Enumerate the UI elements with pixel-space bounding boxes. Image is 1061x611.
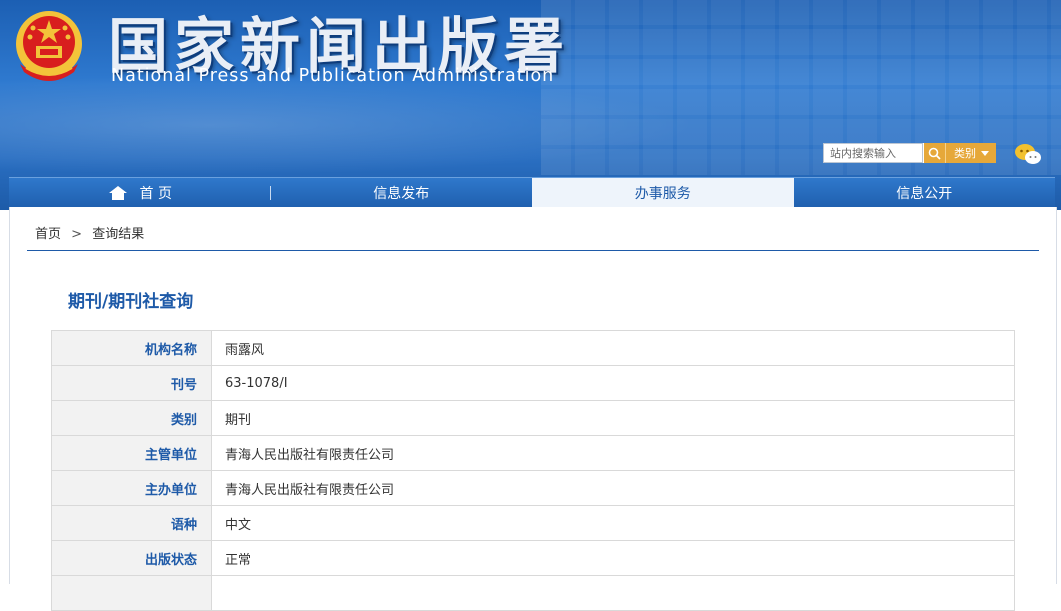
field-value: 63-1078/I	[211, 365, 1015, 401]
national-emblem-icon	[16, 11, 82, 81]
field-label: 语种	[51, 505, 212, 541]
breadcrumb-home-link[interactable]: 首页	[35, 227, 61, 242]
breadcrumb: 首页 > 查询结果	[35, 223, 144, 242]
field-value: 青海人民出版社有限责任公司	[211, 435, 1015, 471]
field-value: 正常	[211, 540, 1015, 576]
field-label: 类别	[51, 400, 212, 436]
breadcrumb-separator: >	[71, 227, 83, 242]
nav-item-home[interactable]: 首 页	[9, 178, 271, 208]
nav-item-label: 信息公开	[896, 186, 953, 202]
field-value: 青海人民出版社有限责任公司	[211, 470, 1015, 506]
field-label: 出版状态	[51, 540, 212, 576]
wechat-icon[interactable]	[1014, 142, 1042, 166]
breadcrumb-divider	[27, 250, 1039, 251]
field-value: 雨露风	[211, 330, 1015, 366]
nav-item-label: 首 页	[139, 186, 172, 202]
page-title: 期刊/期刊社查询	[68, 292, 194, 312]
search-button[interactable]	[923, 143, 945, 163]
table-row: 刊号 63-1078/I	[51, 365, 1015, 401]
content-frame: 首页 > 查询结果 期刊/期刊社查询 机构名称 雨露风 刊号 63-1078/I…	[9, 207, 1057, 611]
search-icon	[928, 147, 941, 160]
site-search: 类别	[823, 143, 996, 163]
field-value: 中文	[211, 505, 1015, 541]
table-row: 主管单位 青海人民出版社有限责任公司	[51, 435, 1015, 471]
search-type-label: 类别	[954, 147, 976, 160]
breadcrumb-current: 查询结果	[92, 227, 145, 242]
table-row: 类别 期刊	[51, 400, 1015, 436]
site-title-en: National Press and Publication Administr…	[111, 66, 555, 86]
field-label	[51, 575, 212, 611]
field-label: 机构名称	[51, 330, 212, 366]
field-label: 主管单位	[51, 435, 212, 471]
nav-item-label: 办事服务	[634, 186, 691, 202]
field-label: 主办单位	[51, 470, 212, 506]
search-type-dropdown[interactable]: 类别	[946, 143, 996, 163]
table-row: 语种 中文	[51, 505, 1015, 541]
field-label: 刊号	[51, 365, 212, 401]
home-icon	[108, 186, 127, 200]
table-row: 主办单位 青海人民出版社有限责任公司	[51, 470, 1015, 506]
table-row	[51, 575, 1015, 611]
site-header: 国家新闻出版署 National Press and Publication A…	[0, 0, 1061, 210]
nav-item-services[interactable]: 办事服务	[532, 178, 794, 208]
field-value	[211, 575, 1015, 611]
chevron-down-icon	[981, 150, 989, 156]
main-nav: 首 页 信息发布 办事服务 信息公开	[9, 177, 1055, 208]
nav-item-disclosure[interactable]: 信息公开	[794, 178, 1056, 208]
table-row: 出版状态 正常	[51, 540, 1015, 576]
nav-item-news[interactable]: 信息发布	[271, 178, 533, 208]
field-value: 期刊	[211, 400, 1015, 436]
table-row: 机构名称 雨露风	[51, 330, 1015, 366]
nav-item-label: 信息发布	[373, 186, 430, 202]
search-input[interactable]	[823, 143, 923, 163]
result-table: 机构名称 雨露风 刊号 63-1078/I 类别 期刊 主管单位 青海人民出版社…	[51, 330, 1015, 611]
